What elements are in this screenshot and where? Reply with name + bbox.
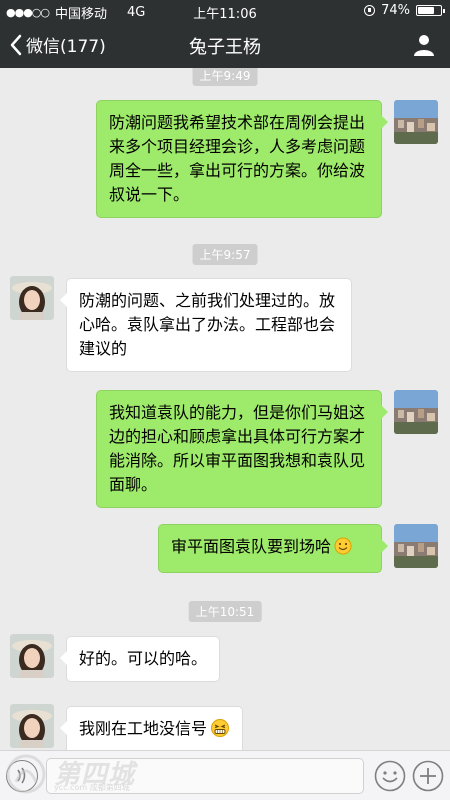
chat-message-list[interactable]: 上午9:49 防潮问题我希望技术部在周例会提出来多个项目经理会诊，人多考虑问题周… bbox=[0, 68, 450, 750]
contact-avatar[interactable] bbox=[10, 704, 54, 748]
avatar-image bbox=[394, 390, 438, 434]
my-avatar[interactable] bbox=[394, 100, 438, 144]
my-avatar[interactable] bbox=[394, 524, 438, 568]
my-avatar[interactable] bbox=[394, 390, 438, 434]
message-bubble-incoming[interactable]: 防潮的问题、之前我们处理过的。放心哈。袁队拿出了办法。工程部也会建议的 bbox=[60, 278, 352, 372]
battery-icon bbox=[416, 5, 445, 16]
rotation-lock-icon bbox=[364, 5, 376, 16]
avatar-image bbox=[10, 276, 54, 320]
message-text: 审平面图袁队要到场哈 bbox=[171, 537, 332, 556]
chat-info-button[interactable] bbox=[412, 33, 436, 61]
emoji-button[interactable] bbox=[374, 760, 406, 792]
more-options-button[interactable] bbox=[412, 760, 444, 792]
plus-icon bbox=[412, 760, 444, 792]
timestamp: 上午9:49 bbox=[192, 68, 258, 86]
avatar-image bbox=[10, 634, 54, 678]
message-input[interactable] bbox=[46, 758, 364, 794]
voice-icon bbox=[17, 767, 26, 784]
contact-avatar[interactable] bbox=[10, 276, 54, 320]
battery-percent: 74% bbox=[381, 3, 410, 18]
message-bubble-outgoing[interactable]: 审平面图袁队要到场哈 bbox=[158, 524, 388, 573]
timestamp: 上午10:51 bbox=[188, 601, 262, 622]
smiley-icon bbox=[374, 760, 406, 792]
person-icon bbox=[414, 35, 434, 56]
nav-bar: 微信(177) 兔子王杨 bbox=[0, 22, 450, 68]
voice-input-button[interactable] bbox=[6, 760, 38, 792]
avatar-image bbox=[10, 704, 54, 748]
contact-avatar[interactable] bbox=[10, 634, 54, 678]
avatar-image bbox=[394, 100, 438, 144]
status-bar: ●●●○○ 中国移动 4G 上午11:06 74% bbox=[0, 0, 450, 22]
smile-emoji-icon bbox=[334, 537, 352, 562]
chat-title: 兔子王杨 bbox=[189, 37, 261, 58]
avatar-image bbox=[394, 524, 438, 568]
input-bar bbox=[0, 750, 450, 800]
message-bubble-outgoing[interactable]: 我知道袁队的能力，但是你们马姐这边的担心和顾虑拿出具体可行方案才能消除。所以审平… bbox=[96, 390, 388, 508]
message-bubble-outgoing[interactable]: 防潮问题我希望技术部在周例会提出来多个项目经理会诊，人多考虑问题周全一些，拿出可… bbox=[96, 100, 388, 218]
message-bubble-incoming[interactable]: 好的。可以的哈。 bbox=[59, 636, 221, 682]
message-bubble-incoming[interactable]: 我刚在工地没信号 bbox=[59, 706, 244, 750]
timestamp: 上午9:57 bbox=[192, 244, 258, 265]
grin-emoji-icon bbox=[210, 719, 230, 744]
message-text: 我刚在工地没信号 bbox=[79, 719, 208, 738]
